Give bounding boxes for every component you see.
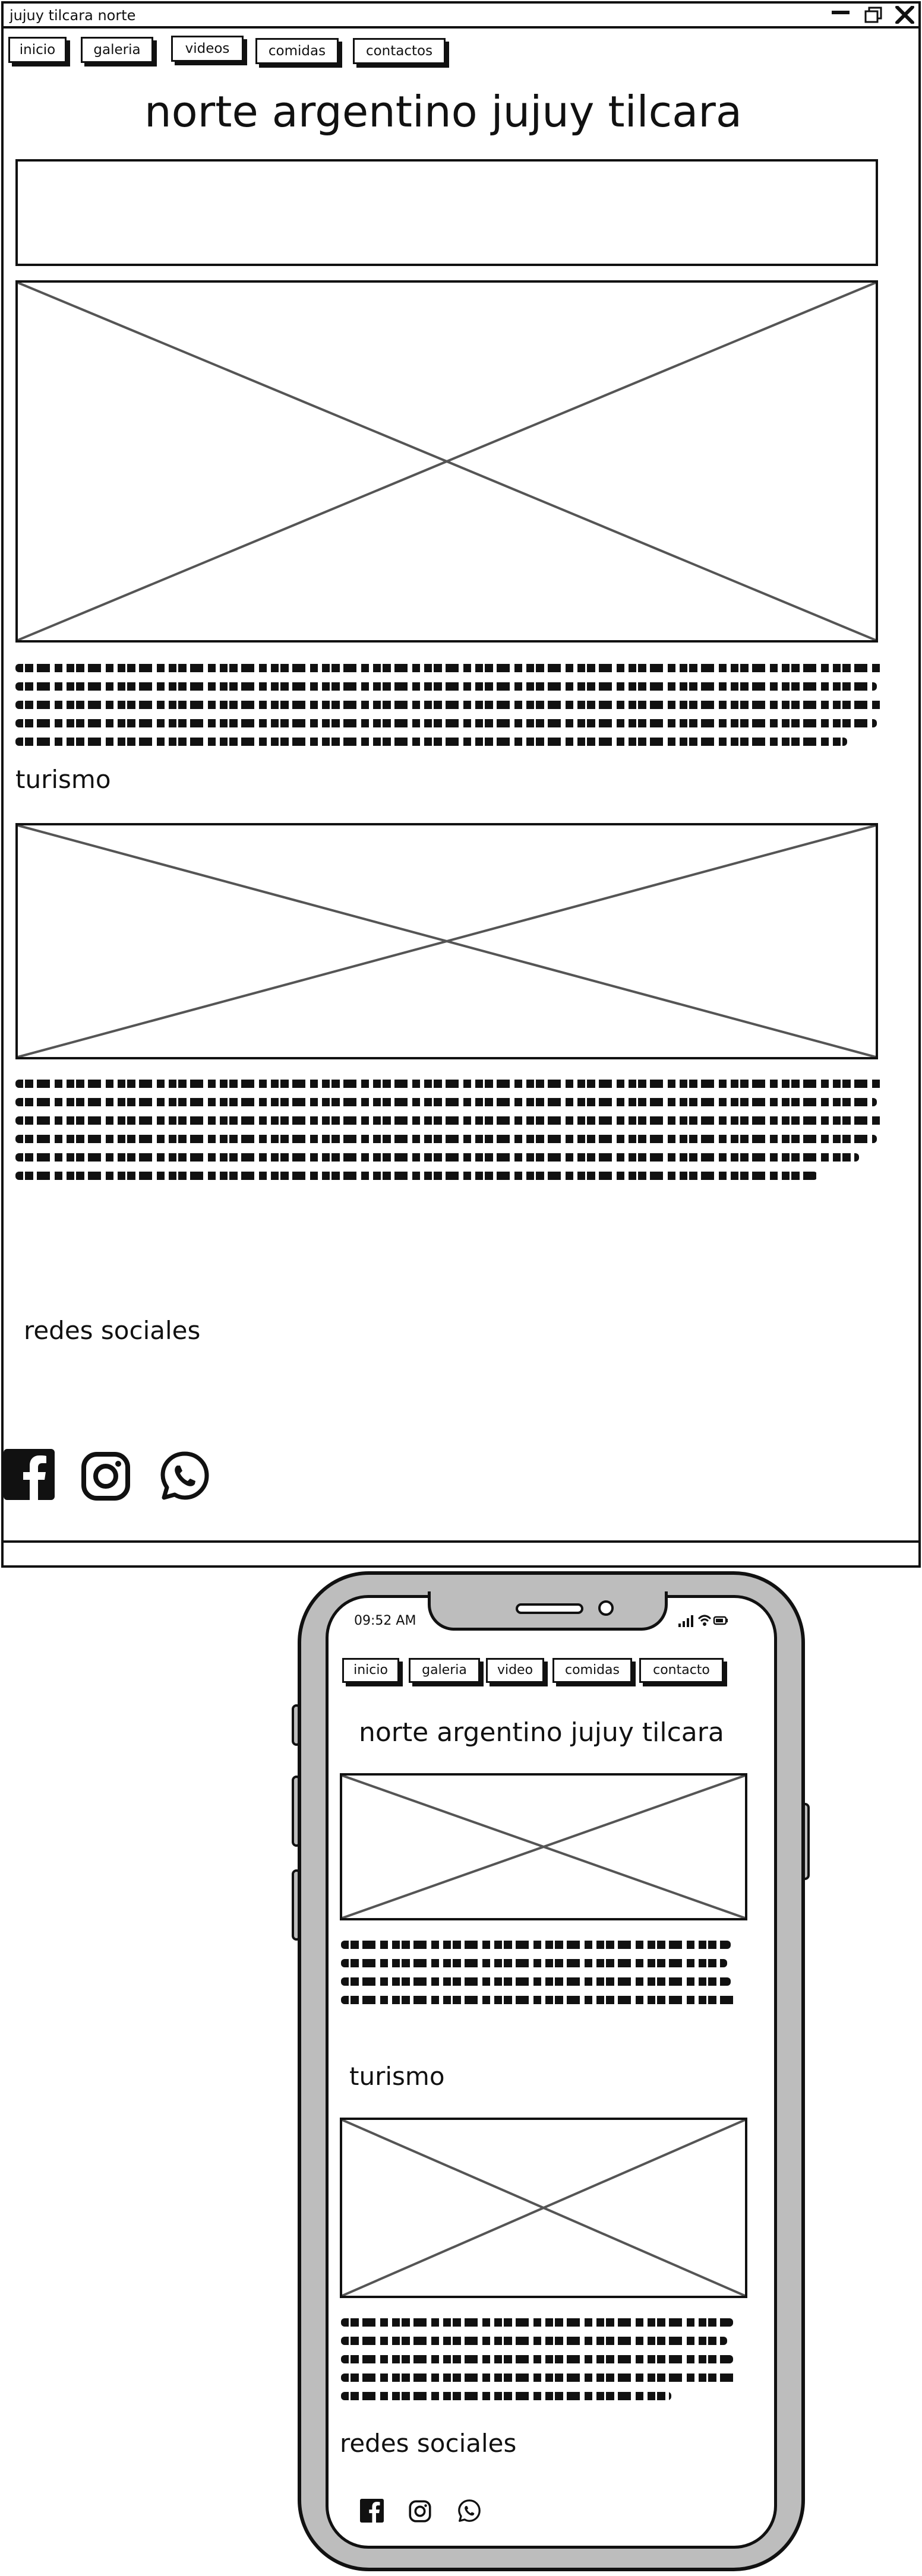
instagram-icon[interactable] — [409, 2500, 431, 2523]
mobile-nav-contacto[interactable]: contacto — [639, 1658, 724, 1683]
image-placeholder — [15, 823, 878, 1059]
restore-icon[interactable] — [864, 6, 884, 24]
mobile-page-title: norte argentino jujuy tilcara — [359, 1717, 724, 1748]
text-block — [15, 664, 884, 756]
phone-notch — [428, 1591, 668, 1631]
status-time: 09:52 AM — [354, 1613, 416, 1628]
mobile-nav-comidas[interactable]: comidas — [552, 1658, 632, 1683]
instagram-icon[interactable] — [81, 1451, 131, 1501]
mobile-nav-video[interactable]: video — [486, 1658, 544, 1683]
mobile-section-title-redes: redes sociales — [340, 2429, 517, 2458]
close-icon[interactable] — [895, 5, 915, 24]
whatsapp-icon[interactable] — [457, 2499, 481, 2523]
facebook-icon[interactable] — [4, 1449, 55, 1500]
title-bar: jujuy tilcara norte — [4, 4, 918, 29]
minimize-icon[interactable] — [831, 6, 851, 24]
nav-inicio[interactable]: inicio — [8, 37, 67, 63]
text-block — [15, 1080, 884, 1190]
mobile-image-placeholder — [340, 1773, 747, 1920]
status-icons — [678, 1613, 728, 1628]
section-title-turismo: turismo — [15, 765, 111, 794]
banner-box — [15, 159, 878, 266]
window-title: jujuy tilcara norte — [10, 7, 136, 24]
page-title: norte argentino jujuy tilcara — [144, 87, 743, 137]
nav-contactos[interactable]: contactos — [353, 38, 446, 64]
footer-divider — [4, 1540, 918, 1543]
image-placeholder — [15, 280, 878, 643]
whatsapp-icon[interactable] — [159, 1450, 210, 1501]
section-title-redes: redes sociales — [24, 1316, 201, 1345]
signal-wifi-battery-icon — [678, 1615, 728, 1627]
mobile-text-block — [341, 2318, 738, 2410]
nav-videos[interactable]: videos — [171, 36, 244, 62]
mobile-nav-inicio[interactable]: inicio — [342, 1658, 399, 1683]
mobile-text-block — [341, 1941, 737, 2014]
mobile-image-placeholder — [340, 2118, 747, 2298]
nav-comidas[interactable]: comidas — [255, 38, 339, 64]
facebook-icon[interactable] — [360, 2499, 384, 2523]
mobile-section-title-turismo: turismo — [349, 2062, 445, 2091]
browser-window: jujuy tilcara norte inicio galeria video… — [1, 1, 921, 1568]
mobile-nav-galeria[interactable]: galeria — [409, 1658, 480, 1683]
nav-galeria[interactable]: galeria — [81, 37, 153, 63]
